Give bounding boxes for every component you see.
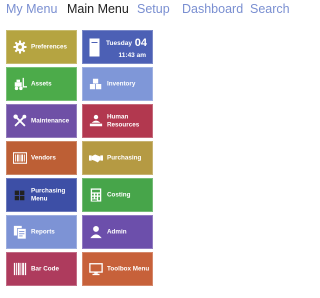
tile-label: Maintenance [31,117,70,125]
date-display: Tuesday 04 [106,37,147,49]
calculator-icon [90,188,102,202]
gear-icon [13,40,27,54]
tile-date-time: Tuesday 04 11:43 am [82,30,153,64]
main-menu-grid: Preferences Tuesday 04 11:43 am Assets I… [6,30,154,286]
tile-label: Purchasing [107,154,142,162]
nav-dashboard[interactable]: Dashboard [182,0,243,18]
documents-icon [13,225,27,239]
tools-icon [13,114,27,127]
boxes-icon [89,78,102,90]
day-name: Tuesday [106,40,132,47]
handshake-icon [89,154,103,163]
people-icon [89,114,103,127]
tile-purchasing[interactable]: Purchasing [82,141,153,175]
nav-my-menu[interactable]: My Menu [6,0,57,18]
tile-label: Vendors [31,154,56,162]
tile-label: Reports [31,228,55,236]
nav-setup[interactable]: Setup [137,0,170,18]
nav-main-menu[interactable]: Main Menu [67,0,129,18]
tile-label: Toolbox Menu [107,265,150,273]
tile-assets[interactable]: Assets [6,67,77,101]
tile-label: Preferences [31,43,68,51]
tile-purchasing-menu[interactable]: Purchasing Menu [6,178,77,212]
top-navigation: My Menu Main Menu Setup Dashboard Search [0,0,290,18]
tile-vendors[interactable]: Vendors [6,141,77,175]
tile-label: Assets [31,80,52,88]
day-number: 04 [134,37,147,49]
tile-label: Purchasing Menu [31,187,66,203]
barcode-vendor-icon [13,152,27,164]
tile-admin[interactable]: Admin [82,215,153,249]
tile-preferences[interactable]: Preferences [6,30,77,64]
tile-reports[interactable]: Reports [6,215,77,249]
grid-icon [14,190,25,201]
tile-label: Inventory [107,80,136,88]
tile-label: Costing [107,191,131,199]
calendar-icon [89,38,100,57]
tile-toolbox-menu[interactable]: Toolbox Menu [82,252,153,286]
monitor-icon [89,263,103,276]
tile-inventory[interactable]: Inventory [82,67,153,101]
barcode-icon [13,262,27,276]
tile-human-resources[interactable]: Human Resources [82,104,153,138]
tile-maintenance[interactable]: Maintenance [6,104,77,138]
forklift-icon [14,77,27,91]
tile-label: Admin [107,228,127,236]
admin-user-icon [90,226,102,239]
tile-label: Bar Code [31,265,59,273]
tile-label: Human Resources [107,113,140,129]
tile-costing[interactable]: Costing [82,178,153,212]
tile-bar-code[interactable]: Bar Code [6,252,77,286]
time-display: 11:43 am [118,52,146,59]
nav-search[interactable]: Search [250,0,290,18]
